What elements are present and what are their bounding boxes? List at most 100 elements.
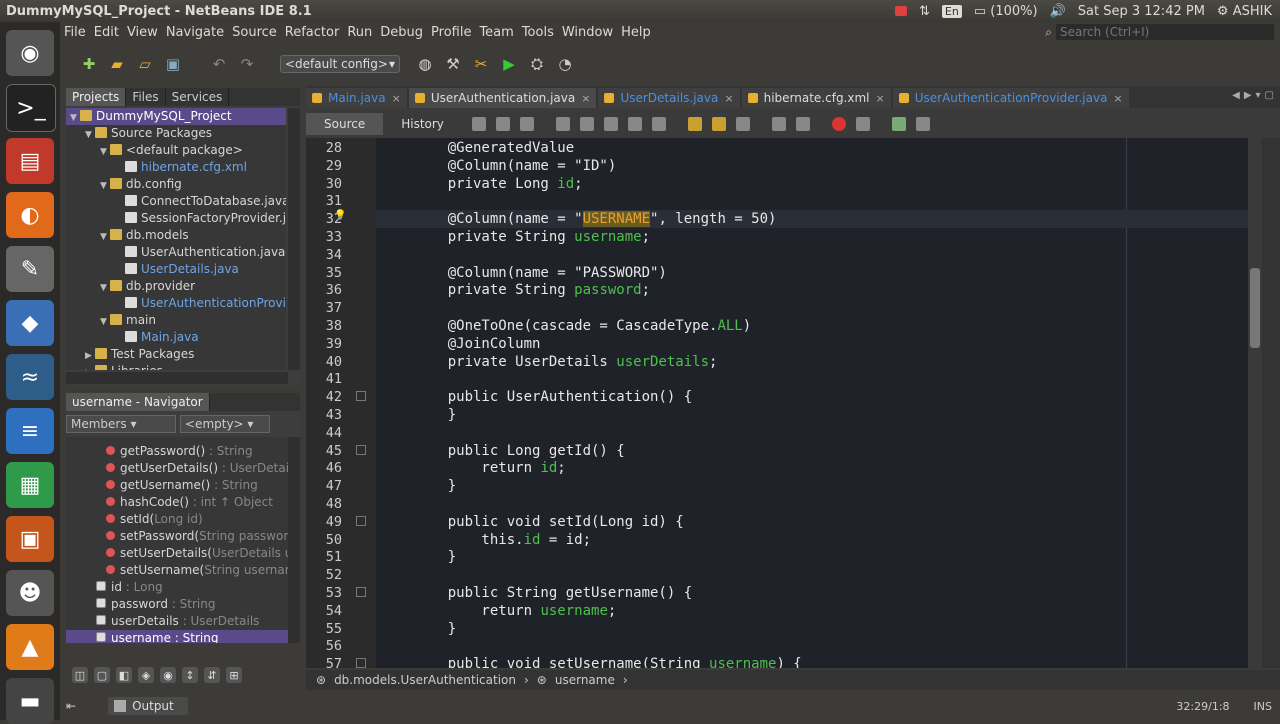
close-icon[interactable]: × <box>392 92 401 105</box>
scroll-right-icon[interactable]: ▶ <box>1244 90 1252 104</box>
menu-profile[interactable]: Profile <box>427 25 475 40</box>
volume-icon[interactable]: 🔊 <box>1050 4 1066 19</box>
close-icon[interactable]: × <box>1113 92 1122 105</box>
code-line[interactable]: public Long getId() { <box>414 442 625 460</box>
prev-bookmark-icon[interactable] <box>687 117 702 131</box>
editor-tab[interactable]: UserAuthentication.java × <box>408 88 597 108</box>
expand-arrow-icon[interactable]: ▼ <box>100 280 110 297</box>
start-macro-icon[interactable] <box>831 117 846 131</box>
tree-item[interactable]: ▼ <default package> <box>100 142 243 159</box>
undo-icon[interactable]: ↶ <box>208 53 230 75</box>
code-line[interactable]: private Long id; <box>414 175 583 193</box>
new-file-icon[interactable]: ✚ <box>78 53 100 75</box>
expand-arrow-icon[interactable]: ▼ <box>100 314 110 331</box>
tree-item[interactable]: ▶ Libraries <box>85 363 163 370</box>
code-line[interactable]: public void setUsername(String username)… <box>414 655 802 668</box>
code-line[interactable]: this.id = id; <box>414 531 591 549</box>
redo-icon[interactable]: ↷ <box>236 53 258 75</box>
files-icon[interactable]: ▤ <box>6 138 54 184</box>
debug-icon[interactable]: ⛭ <box>526 53 548 75</box>
find-previous-icon[interactable] <box>579 117 594 131</box>
editor-tab[interactable]: UserDetails.java × <box>598 88 740 108</box>
network-arrows-icon[interactable]: ⇅ <box>919 4 930 19</box>
menu-team[interactable]: Team <box>475 25 517 40</box>
tree-item[interactable]: Main.java <box>115 329 199 346</box>
close-icon[interactable]: × <box>724 92 733 105</box>
battery-indicator[interactable]: ▭ (100%) <box>974 4 1038 19</box>
tree-item[interactable]: ▼ main <box>100 312 156 329</box>
filter-static-icon[interactable]: ▢ <box>94 667 110 683</box>
mysql-workbench-icon[interactable]: ≈ <box>6 354 54 400</box>
code-line[interactable]: @OneToOne(cascade = CascadeType.ALL) <box>414 317 751 335</box>
tree-item[interactable]: ▼ db.config <box>100 176 182 193</box>
menu-source[interactable]: Source <box>228 25 281 40</box>
editor-tab[interactable]: Main.java × <box>306 88 407 108</box>
shift-right-icon[interactable] <box>795 117 810 131</box>
comment-icon[interactable] <box>891 117 906 131</box>
code-line[interactable]: public void setId(Long id) { <box>414 513 684 531</box>
navigator-item[interactable]: password : String <box>96 596 215 613</box>
toggle-bookmark-icon[interactable] <box>735 117 750 131</box>
history-view-button[interactable]: History <box>383 113 462 135</box>
find-next-icon[interactable] <box>603 117 618 131</box>
close-icon[interactable]: × <box>581 92 590 105</box>
forward-icon[interactable] <box>519 117 534 131</box>
expand-arrow-icon[interactable]: ▼ <box>100 144 110 161</box>
search-input[interactable] <box>1056 24 1274 40</box>
tree-item[interactable]: ▼ db.provider <box>100 278 195 295</box>
fold-marker-icon[interactable] <box>356 658 366 669</box>
expand-arrow-icon[interactable]: ▼ <box>70 110 80 127</box>
tree-item[interactable]: hibernate.cfg.xml <box>115 159 247 176</box>
navigator-item[interactable]: setPassword(String password) <box>106 528 288 545</box>
members-select[interactable]: Members ▾ <box>66 415 176 433</box>
build-icon[interactable]: ⚒ <box>442 53 464 75</box>
code-line[interactable]: return id; <box>414 459 565 477</box>
navigator-item[interactable]: setId(Long id) <box>106 511 203 528</box>
back-icon[interactable] <box>495 117 510 131</box>
find-icon[interactable] <box>555 117 570 131</box>
menu-view[interactable]: View <box>123 25 162 40</box>
text-editor-icon[interactable]: ✎ <box>6 246 54 292</box>
code-line[interactable]: } <box>414 548 456 566</box>
hint-bulb-icon[interactable]: 💡 <box>334 210 346 221</box>
expand-arrow-icon[interactable]: ▼ <box>100 229 110 246</box>
code-editor[interactable]: @GeneratedValue @Column(name = "ID") pri… <box>376 138 1248 668</box>
keyboard-layout-indicator[interactable]: En <box>941 4 962 18</box>
scroll-left-icon[interactable]: ◀ <box>1232 90 1240 104</box>
gimp-icon[interactable]: ☻ <box>6 570 54 616</box>
code-line[interactable]: @Column(name = "ID") <box>414 157 617 175</box>
output-button[interactable]: Output <box>108 697 188 715</box>
record-icon[interactable] <box>895 6 908 16</box>
navigator-item[interactable]: getUserDetails() : UserDetails <box>106 460 288 477</box>
editor-tab[interactable]: UserAuthenticationProvider.java × <box>892 88 1129 108</box>
editor-vscroll[interactable] <box>1248 138 1262 668</box>
fold-marker-icon[interactable] <box>356 587 366 597</box>
navigator-item[interactable]: userDetails : UserDetails <box>96 613 259 630</box>
navigator-item[interactable]: username : String <box>66 630 288 643</box>
menu-debug[interactable]: Debug <box>376 25 427 40</box>
menu-run[interactable]: Run <box>343 25 376 40</box>
empty-select[interactable]: <empty> ▾ <box>180 415 270 433</box>
maximize-icon[interactable]: ▢ <box>1265 90 1274 104</box>
tab-services[interactable]: Services <box>166 88 230 106</box>
menu-navigate[interactable]: Navigate <box>162 25 228 40</box>
project-tree-vscroll[interactable] <box>288 108 300 370</box>
line-number-gutter[interactable]: 28 29 30 31 32 💡 33 34 35 36 37 38 39 40 41 42 43 44 45 46 4… <box>306 138 376 672</box>
dash-home-icon[interactable]: ◉ <box>6 30 54 76</box>
code-line[interactable]: return username; <box>414 602 616 620</box>
tree-item[interactable]: UserAuthenticationProvider.java <box>115 295 286 312</box>
filter-inherited-icon[interactable]: ◉ <box>160 667 176 683</box>
close-icon[interactable]: × <box>876 92 885 105</box>
tab-files[interactable]: Files <box>126 88 166 106</box>
next-bookmark-icon[interactable] <box>711 117 726 131</box>
filter-lock-icon[interactable]: ◈ <box>138 667 154 683</box>
menu-help[interactable]: Help <box>617 25 655 40</box>
navigator-item[interactable]: id : Long <box>96 579 163 596</box>
sort-source-icon[interactable]: ⇵ <box>204 667 220 683</box>
fqn-icon[interactable]: ⊞ <box>226 667 242 683</box>
code-line[interactable]: } <box>414 620 456 638</box>
menu-window[interactable]: Window <box>558 25 617 40</box>
run-icon[interactable]: ▶ <box>498 53 520 75</box>
uncomment-icon[interactable] <box>915 117 930 131</box>
navigator-item[interactable]: setUsername(String username) <box>106 562 288 579</box>
